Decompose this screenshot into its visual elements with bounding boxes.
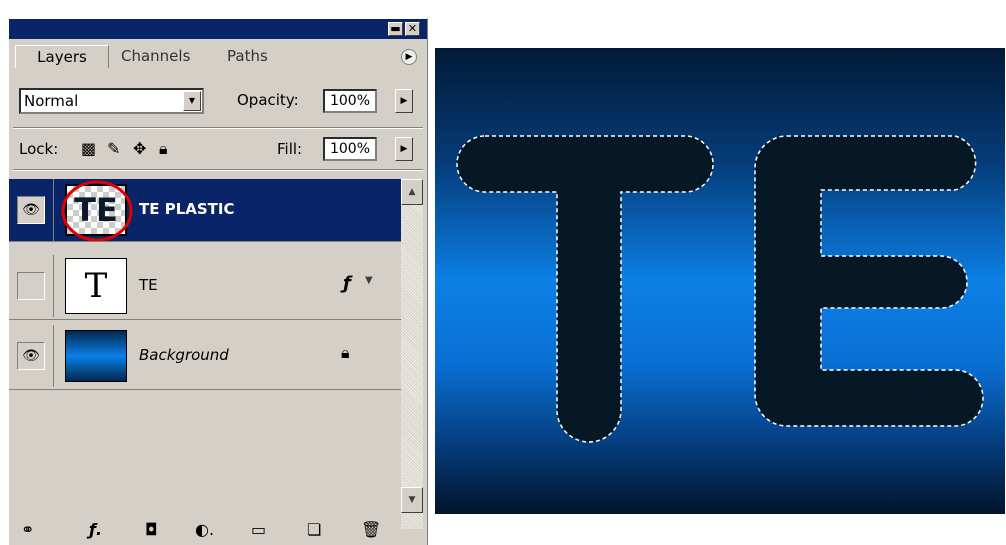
layer-row-te-plastic[interactable]: 👁︎ TE TE PLASTIC	[9, 179, 401, 242]
divider	[9, 241, 401, 242]
scroll-up-button[interactable]: ▲	[401, 179, 423, 205]
layer-name: TE	[139, 276, 158, 294]
fill-input[interactable]: 100%	[323, 137, 377, 161]
fill-label: Fill:	[277, 140, 303, 158]
fill-arrow-button[interactable]: ▶	[395, 137, 413, 161]
chevron-down-icon[interactable]: ▼	[365, 275, 373, 286]
layer-name: Background	[139, 346, 229, 364]
tab-paths[interactable]: Paths	[227, 45, 268, 67]
layers-list: 👁︎ TE TE PLASTIC T TE ƒ ▼ 👁︎ Background …	[9, 179, 401, 507]
link-layers-icon[interactable]: ⚭	[21, 521, 34, 539]
eye-icon[interactable]: 👁︎	[17, 196, 45, 224]
lock-icon: 🔒︎	[341, 343, 350, 362]
scroll-down-button[interactable]: ▼	[401, 487, 423, 513]
divider	[53, 325, 54, 387]
new-group-icon[interactable]: ▭	[251, 521, 266, 539]
opacity-input[interactable]: 100%	[323, 89, 377, 113]
visibility-toggle[interactable]	[17, 272, 45, 300]
blend-mode-value: Normal	[24, 92, 79, 110]
layer-row-te[interactable]: T TE ƒ ▼	[9, 255, 401, 317]
canvas-art	[456, 135, 984, 443]
type-layer-icon: T	[84, 266, 108, 306]
eye-icon[interactable]: 👁︎	[17, 342, 45, 370]
letter-t-selection	[456, 135, 714, 443]
opacity-label: Opacity:	[237, 91, 299, 109]
lock-position-icon[interactable]: ✥	[133, 140, 146, 158]
blend-mode-select[interactable]: Normal ▼	[19, 88, 204, 114]
divider	[9, 319, 401, 320]
blend-opacity-row: Normal ▼ Opacity: 100% ▶	[9, 87, 427, 117]
panel-tabs: Layers Channels Paths ▶	[9, 41, 427, 68]
lock-transparent-icon[interactable]: ▩	[81, 140, 96, 158]
minimize-button[interactable]: ▬	[388, 22, 403, 36]
divider	[13, 127, 423, 129]
tab-layers[interactable]: Layers	[15, 45, 109, 68]
layer-name: TE PLASTIC	[139, 200, 235, 218]
layer-style-icon[interactable]: ƒ.	[89, 521, 102, 539]
divider	[53, 179, 54, 241]
layers-panel: ▬ ✕ Layers Channels Paths ▶ Normal ▼ Opa…	[8, 18, 428, 545]
lock-all-icon[interactable]: 🔒︎	[159, 140, 168, 158]
lock-label: Lock:	[19, 140, 59, 158]
new-layer-icon[interactable]: ❏	[307, 521, 321, 539]
layer-mask-icon[interactable]: ◘	[145, 521, 158, 539]
trash-icon[interactable]: 🗑︎	[361, 521, 381, 539]
divider	[13, 169, 423, 171]
layers-scrollbar[interactable]: ▲ ▼	[401, 179, 423, 529]
highlight-circle	[61, 180, 133, 242]
close-button[interactable]: ✕	[405, 22, 420, 36]
adjustment-layer-icon[interactable]: ◐.	[195, 521, 214, 539]
lock-image-icon[interactable]: ✎	[107, 140, 120, 158]
layer-row-background[interactable]: 👁︎ Background 🔒︎	[9, 325, 401, 387]
chevron-down-icon[interactable]: ▼	[183, 91, 201, 111]
background-thumbnail	[65, 330, 127, 382]
divider	[53, 255, 54, 317]
letter-e-selection	[754, 135, 984, 427]
type-layer-thumbnail: T	[65, 258, 127, 314]
layers-bottom-toolbar: ⚭ ƒ. ◘ ◐. ▭ ❏ 🗑︎	[9, 515, 401, 545]
document-canvas[interactable]	[435, 48, 1005, 514]
layer-effects-icon[interactable]: ƒ	[343, 273, 351, 294]
panel-menu-button[interactable]: ▶	[401, 49, 417, 65]
panel-titlebar: ▬ ✕	[9, 19, 427, 39]
opacity-arrow-button[interactable]: ▶	[395, 89, 413, 113]
divider	[9, 389, 401, 390]
tab-channels[interactable]: Channels	[121, 45, 190, 67]
